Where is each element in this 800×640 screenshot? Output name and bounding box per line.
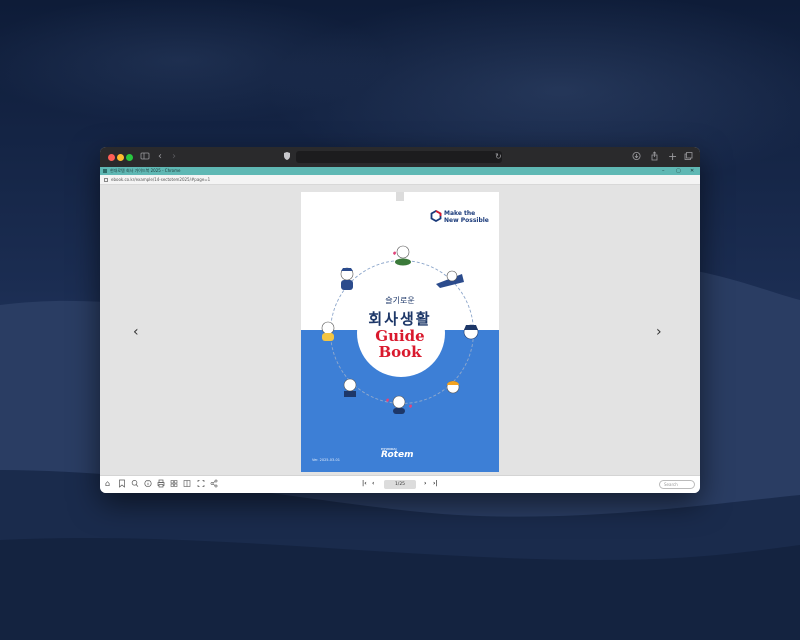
- app-window-title: 현대로템 회사 가이드북 2025 - Chrome: [110, 168, 181, 173]
- share-network-icon[interactable]: [210, 479, 218, 491]
- ebook-viewer: ‹ › Make the New Possible 슬기로운 회사생활 Guid…: [100, 185, 700, 475]
- mascot-blue-cap-icon: [463, 324, 479, 340]
- app-title-bar: 현대로템 회사 가이드북 2025 - Chrome – ▢ ✕: [100, 167, 700, 175]
- shield-icon: [283, 151, 291, 165]
- next-page-arrow-icon[interactable]: ›: [656, 325, 662, 339]
- mascot-worker-icon: [340, 267, 354, 290]
- search-icon[interactable]: [131, 479, 139, 491]
- mascot-yellow-icon: [321, 321, 335, 341]
- next-page-icon[interactable]: ›: [424, 480, 426, 488]
- new-tab-icon[interactable]: +: [668, 151, 677, 163]
- viewer-toolbar: ⌂ |‹ ‹ 1/25 › ›| Search: [100, 475, 700, 493]
- reload-icon[interactable]: ↻: [495, 151, 502, 163]
- page-info-icon[interactable]: [104, 178, 108, 182]
- mascot-hardhat-icon: [446, 380, 460, 394]
- forward-icon[interactable]: ›: [172, 151, 176, 163]
- address-bar[interactable]: [296, 151, 502, 163]
- brand-slogan-line2: New Possible: [444, 217, 489, 224]
- share-icon[interactable]: [650, 151, 659, 165]
- print-icon[interactable]: [157, 479, 165, 491]
- prev-page-arrow-icon[interactable]: ‹: [133, 325, 139, 339]
- hyundai-rotem-logo-icon: [430, 210, 442, 222]
- close-app-button[interactable]: ✕: [690, 167, 694, 175]
- bookmark-icon[interactable]: [118, 479, 126, 491]
- search-input[interactable]: Search: [659, 480, 695, 489]
- mascot-laptop-icon: [343, 378, 357, 397]
- single-page-icon[interactable]: [183, 479, 191, 491]
- book-cover-page: Make the New Possible 슬기로운 회사생활 Guide Bo…: [301, 192, 499, 472]
- cover-subtitle: 슬기로운: [385, 296, 415, 305]
- mascot-train-icon: [436, 270, 464, 288]
- safari-toolbar: ‹ › ↻ +: [100, 147, 700, 167]
- brand-slogan-line1: Make the: [444, 210, 476, 217]
- back-icon[interactable]: ‹: [158, 151, 162, 163]
- browser-window: ‹ › ↻ + 현대로템 회사 가이드북 2025 - Chrome – ▢ ✕…: [100, 147, 700, 493]
- close-window-button[interactable]: [108, 154, 115, 161]
- page-counter[interactable]: 1/25: [384, 480, 416, 489]
- tabs-icon[interactable]: [684, 151, 693, 165]
- minimize-window-button[interactable]: [117, 154, 124, 161]
- app-favicon-icon: [103, 169, 107, 173]
- prev-page-icon[interactable]: ‹: [372, 480, 374, 488]
- download-icon[interactable]: [632, 151, 641, 165]
- bookmark-ribbon-icon[interactable]: [396, 192, 404, 201]
- fullscreen-icon[interactable]: [197, 479, 205, 491]
- minimize-app-button[interactable]: –: [662, 167, 665, 175]
- last-page-icon[interactable]: ›|: [433, 480, 438, 488]
- first-page-icon[interactable]: |‹: [362, 480, 367, 488]
- version-label: Ver. 2025-03-01: [312, 458, 340, 462]
- info-icon[interactable]: [144, 479, 152, 491]
- sidebar-icon[interactable]: [140, 151, 150, 165]
- url-row: ebook.co.kr/example/14-sectotem2025/#pag…: [100, 175, 700, 185]
- home-icon[interactable]: ⌂: [105, 479, 110, 489]
- zoom-window-button[interactable]: [126, 154, 133, 161]
- url-text[interactable]: ebook.co.kr/example/14-sectotem2025/#pag…: [111, 175, 210, 185]
- thumbnails-icon[interactable]: [170, 479, 178, 491]
- company-logo-text: Rotem: [381, 450, 414, 460]
- cover-book-text: Book: [378, 343, 422, 361]
- maximize-app-button[interactable]: ▢: [676, 167, 681, 175]
- mascot-plant-icon: [393, 245, 411, 266]
- mascot-hearts-icon: [386, 395, 412, 414]
